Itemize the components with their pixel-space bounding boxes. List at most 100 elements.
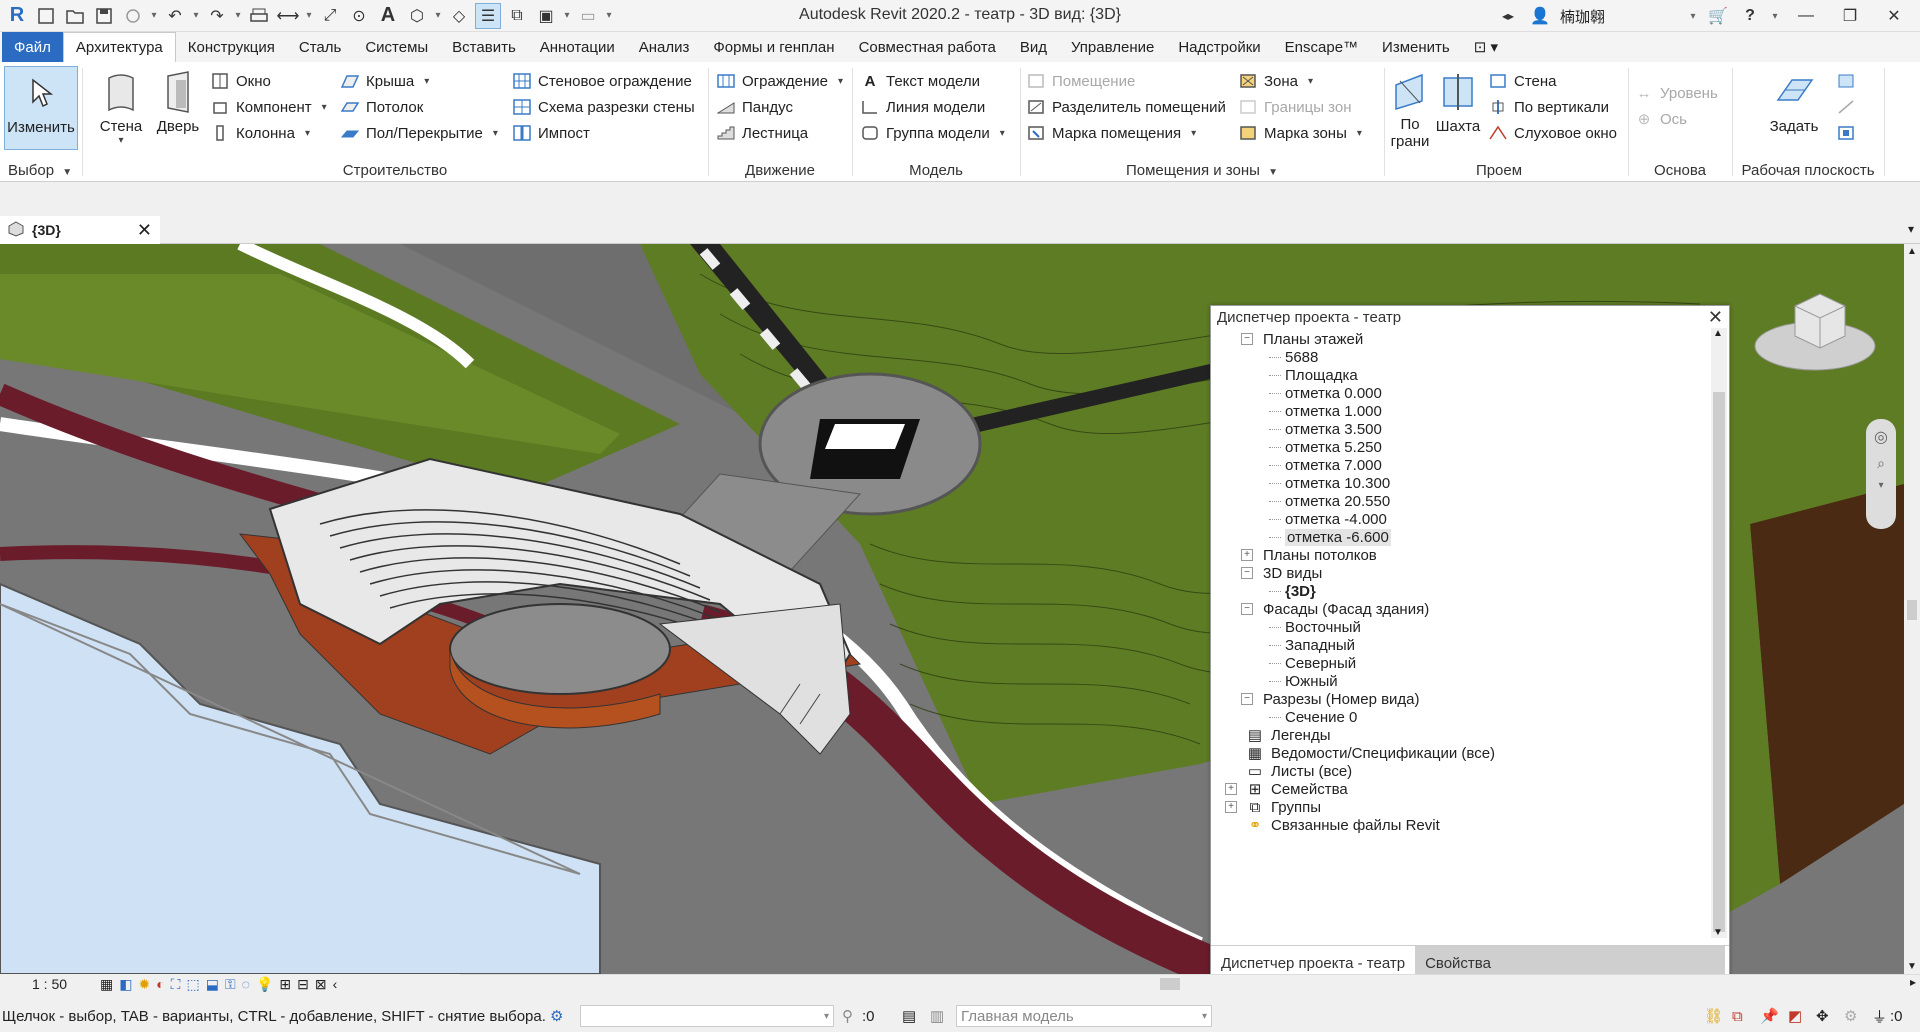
canvas-vertical-scrollbar[interactable]: ▲ ▼: [1904, 244, 1920, 974]
ramp-button[interactable]: Пандус: [716, 94, 793, 120]
shaft-button[interactable]: Шахта: [1436, 66, 1480, 150]
infocenter-arrow-icon[interactable]: ◂▸: [1496, 3, 1520, 29]
ceiling-button[interactable]: Потолок: [340, 94, 423, 120]
select-by-face-icon[interactable]: ◩: [1788, 1007, 1816, 1025]
analytical-model-icon[interactable]: ⊟: [297, 976, 309, 993]
user-name[interactable]: 楠珈翱: [1560, 6, 1680, 27]
tab-0[interactable]: Файл: [2, 32, 63, 62]
measure-icon[interactable]: ⟷: [275, 3, 301, 29]
floor-button[interactable]: Пол/Перекрытие ▾: [340, 120, 498, 146]
background-processes-icon[interactable]: ⚙: [1844, 1007, 1872, 1025]
viewer-button[interactable]: [1836, 120, 1856, 146]
model-group-dropdown-icon[interactable]: ▾: [1000, 128, 1005, 139]
workset-select[interactable]: ▾: [580, 1005, 834, 1027]
default-3d-view-icon[interactable]: ⬡: [404, 3, 430, 29]
home-icon[interactable]: [33, 3, 59, 29]
area-tag-button[interactable]: Марка зоны ▾: [1238, 120, 1362, 146]
view-tab-3d[interactable]: {3D} ✕: [0, 216, 160, 244]
canvas-scroll-down-icon[interactable]: ▼: [1907, 961, 1917, 972]
customize-qat-icon[interactable]: ▭: [575, 3, 601, 29]
close-window-icon[interactable]: ✕: [1876, 0, 1912, 32]
collapse-icon[interactable]: −: [1241, 603, 1253, 615]
scroll-up-icon[interactable]: ▲: [1713, 328, 1723, 339]
user-dropdown-icon[interactable]: ▾: [1688, 11, 1698, 22]
steering-wheel-icon[interactable]: ◎: [1874, 427, 1888, 447]
tab-4[interactable]: Системы: [353, 32, 440, 62]
tab-3[interactable]: Сталь: [287, 32, 353, 62]
text-icon[interactable]: A: [375, 3, 401, 29]
sync-icon[interactable]: [120, 3, 146, 29]
curtain-grid-button[interactable]: Схема разрезки стены: [512, 94, 695, 120]
room-tag-dropdown-icon[interactable]: ▾: [1191, 128, 1196, 139]
ribbon-options-icon[interactable]: ⊡ ▾: [1462, 32, 1510, 62]
revit-logo-icon[interactable]: R: [4, 3, 30, 29]
tab-11[interactable]: Управление: [1059, 32, 1166, 62]
tree-node[interactable]: ⚭ Связанные файлы Revit: [1225, 814, 1440, 836]
save-icon[interactable]: [91, 3, 117, 29]
3d-viewport[interactable]: ◎ ⌕ ▾ Диспетчер проекта - театр ✕ − Планы…: [0, 244, 1904, 974]
rendering-icon[interactable]: ⛶: [171, 976, 181, 993]
canvas-hscroll-thumb[interactable]: [1160, 978, 1180, 990]
user-icon[interactable]: 👤: [1528, 3, 1552, 29]
railing-dropdown-icon[interactable]: ▾: [838, 76, 843, 87]
browser-scrollbar[interactable]: ▲ ▼: [1711, 328, 1727, 938]
wall-button[interactable]: Стена ▾: [94, 66, 148, 150]
railing-button[interactable]: Ограждение ▾: [716, 68, 843, 94]
floor-dropdown-icon[interactable]: ▾: [493, 128, 498, 139]
dormer-button[interactable]: Слуховое окно: [1488, 120, 1617, 146]
temporary-hide-icon[interactable]: ◌: [242, 976, 250, 992]
undo-dropdown-icon[interactable]: ▾: [191, 10, 201, 21]
mullion-button[interactable]: Импост: [512, 120, 590, 146]
highlight-displacement-icon[interactable]: ⊠: [315, 976, 327, 993]
section-icon[interactable]: ◇: [446, 3, 472, 29]
stair-button[interactable]: Лестница: [716, 120, 808, 146]
level-button[interactable]: ↔ Уровень: [1634, 80, 1718, 106]
tab-10[interactable]: Вид: [1008, 32, 1059, 62]
worksets-icon[interactable]: ⚙: [550, 1007, 580, 1025]
column-dropdown-icon[interactable]: ▾: [305, 128, 310, 139]
area-dropdown-icon[interactable]: ▾: [1308, 76, 1313, 87]
minimize-icon[interactable]: —: [1788, 0, 1824, 32]
crop-view-icon[interactable]: ⬚: [186, 976, 199, 993]
canvas-scroll-up-icon[interactable]: ▲: [1907, 246, 1917, 257]
select-underlay-icon[interactable]: ⧉: [1732, 1008, 1760, 1025]
design-options-icon[interactable]: ▤: [902, 1007, 930, 1025]
vertical-opening-button[interactable]: По вертикали: [1488, 94, 1609, 120]
roof-button[interactable]: Крыша ▾: [340, 68, 429, 94]
area-tag-dropdown-icon[interactable]: ▾: [1357, 128, 1362, 139]
select-pinned-icon[interactable]: 📌: [1760, 1007, 1788, 1025]
editing-requests-icon[interactable]: ⚲: [842, 1007, 862, 1025]
visual-style-icon[interactable]: ◧: [119, 976, 132, 993]
set-work-plane-button[interactable]: Задать: [1770, 66, 1818, 150]
collapse-icon[interactable]: −: [1241, 567, 1253, 579]
tab-2[interactable]: Конструкция: [176, 32, 287, 62]
design-options-select-icon[interactable]: ▥: [930, 1007, 956, 1025]
shadows-icon[interactable]: ◐: [156, 976, 164, 992]
reveal-hidden-icon[interactable]: 💡: [256, 976, 273, 993]
redo-dropdown-icon[interactable]: ▾: [233, 10, 243, 21]
tab-1[interactable]: Архитектура: [62, 32, 176, 62]
select-panel-title[interactable]: Выбор ▼: [0, 162, 82, 179]
help-icon[interactable]: ?: [1738, 3, 1762, 29]
zoom-icon[interactable]: ⌕: [1877, 455, 1885, 472]
tab-9[interactable]: Совместная работа: [847, 32, 1008, 62]
switch-windows-dropdown-icon[interactable]: ▾: [562, 10, 572, 21]
main-model-select[interactable]: Главная модель ▾: [956, 1005, 1212, 1027]
tab-8[interactable]: Формы и генплан: [701, 32, 846, 62]
wall-dropdown-icon[interactable]: ▾: [118, 135, 123, 146]
worksharing-display-icon[interactable]: ⊞: [279, 976, 291, 993]
switch-windows-icon[interactable]: ▣: [533, 3, 559, 29]
wall-opening-button[interactable]: Стена: [1488, 68, 1557, 94]
close-hidden-windows-icon[interactable]: ⧉: [504, 3, 530, 29]
room-separator-button[interactable]: Разделитель помещений: [1026, 94, 1226, 120]
show-crop-icon[interactable]: ⬓: [206, 976, 219, 993]
redo-icon[interactable]: ↷: [204, 3, 230, 29]
scroll-down-icon[interactable]: ▼: [1713, 927, 1723, 938]
browser-close-icon[interactable]: ✕: [1708, 307, 1723, 328]
column-button[interactable]: Колонна ▾: [210, 120, 310, 146]
room-tag-button[interactable]: Марка помещения ▾: [1026, 120, 1196, 146]
view-tabs-dropdown-icon[interactable]: ▾: [1908, 222, 1914, 236]
collapse-icon[interactable]: −: [1241, 333, 1253, 345]
drag-on-selection-icon[interactable]: ✥: [1816, 1007, 1844, 1025]
view-cube[interactable]: [1750, 286, 1880, 376]
